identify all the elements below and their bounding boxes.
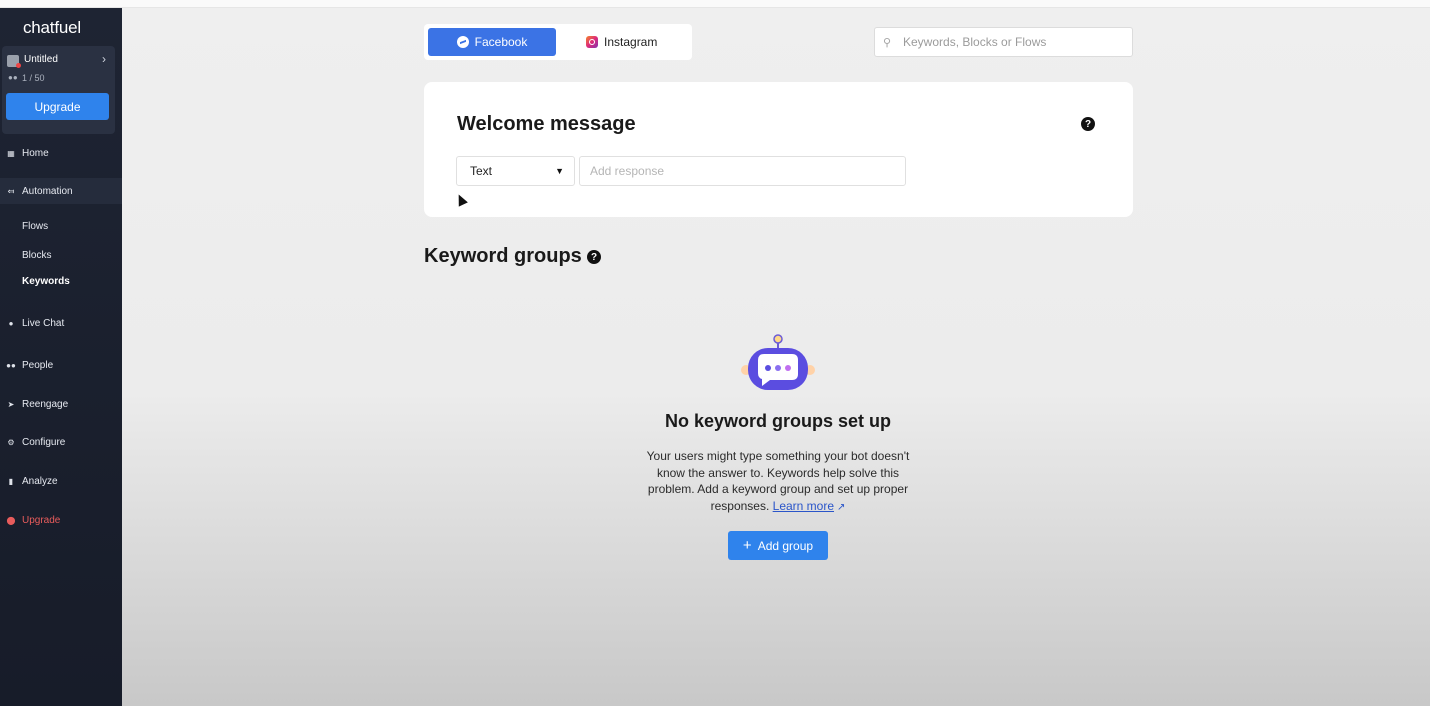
sidebar-item-analyze[interactable]: ▮ Analyze bbox=[0, 468, 122, 494]
gear-icon: ⚙ bbox=[7, 437, 15, 447]
main-content: Facebook Instagram ⚲ Welcome message ? T… bbox=[122, 8, 1430, 706]
empty-state-description: Your users might type something your bot… bbox=[642, 448, 914, 516]
sidebar-item-upgrade[interactable]: ⬤ Upgrade bbox=[0, 507, 122, 533]
status-dot bbox=[16, 63, 21, 68]
brand-logo: chatfuel bbox=[23, 18, 81, 37]
welcome-message-card: Welcome message ? Text ▼ bbox=[424, 82, 1133, 217]
sidebar-item-people[interactable]: ●● People bbox=[0, 352, 122, 378]
sidebar-item-reengage[interactable]: ➤ Reengage bbox=[0, 391, 122, 417]
messenger-icon bbox=[456, 36, 469, 48]
add-group-label: Add group bbox=[757, 538, 814, 553]
robot-icon bbox=[741, 334, 815, 390]
sidebar-item-label: Home bbox=[22, 147, 49, 159]
upgrade-icon: ⬤ bbox=[6, 515, 16, 525]
response-type-value: Text bbox=[470, 164, 493, 178]
plus-icon: + bbox=[742, 537, 752, 554]
platform-tabs: Facebook Instagram bbox=[424, 24, 692, 60]
chevron-right-icon[interactable]: › bbox=[102, 52, 106, 66]
workspace-card[interactable]: Untitled › ●● 1 / 50 Upgrade bbox=[2, 46, 115, 134]
share-icon: ⤆ bbox=[7, 186, 15, 196]
people-icon: ●● bbox=[6, 360, 16, 370]
tab-label: Facebook bbox=[474, 35, 528, 49]
learn-more-link[interactable]: Learn more bbox=[773, 499, 834, 513]
sidebar-item-label: Upgrade bbox=[22, 514, 61, 526]
workspace-avatar bbox=[7, 55, 21, 68]
chat-bubble-icon: ● bbox=[8, 318, 14, 328]
external-link-icon: ↗ bbox=[837, 501, 846, 513]
sidebar: chatfuel Untitled › ●● 1 / 50 Upgrade ▦ … bbox=[0, 8, 122, 706]
sidebar-item-label: Live Chat bbox=[22, 317, 65, 329]
workspace-user-count: 1 / 50 bbox=[22, 73, 45, 83]
top-strip bbox=[0, 0, 1430, 8]
paper-plane-icon: ➤ bbox=[7, 399, 15, 409]
users-icon: ●● bbox=[8, 73, 18, 82]
bar-chart-icon: ▮ bbox=[8, 476, 14, 486]
search-box: ⚲ bbox=[874, 27, 1133, 57]
sidebar-subitem-keywords[interactable]: Keywords bbox=[22, 276, 70, 287]
response-field bbox=[579, 156, 906, 186]
add-group-button[interactable]: + Add group bbox=[728, 531, 828, 560]
help-icon[interactable]: ? bbox=[587, 250, 601, 264]
sidebar-item-home[interactable]: ▦ Home bbox=[0, 140, 122, 166]
search-input[interactable] bbox=[903, 35, 1123, 49]
help-icon[interactable]: ? bbox=[1081, 117, 1095, 131]
sidebar-item-configure[interactable]: ⚙ Configure bbox=[0, 429, 122, 455]
caret-down-icon: ▼ bbox=[555, 166, 564, 176]
workspace-name: Untitled bbox=[24, 54, 58, 65]
tab-instagram[interactable]: Instagram bbox=[586, 28, 676, 56]
response-type-select[interactable]: Text ▼ bbox=[456, 156, 575, 186]
instagram-icon bbox=[586, 36, 598, 48]
sidebar-item-label: Reengage bbox=[22, 398, 69, 410]
keyword-groups-title: Keyword groups bbox=[424, 245, 582, 267]
welcome-message-title: Welcome message bbox=[457, 113, 636, 135]
empty-state-title: No keyword groups set up bbox=[664, 411, 892, 431]
tab-facebook[interactable]: Facebook bbox=[428, 28, 556, 56]
home-icon: ▦ bbox=[7, 148, 15, 158]
add-response-input[interactable] bbox=[590, 164, 890, 178]
sidebar-item-label: Configure bbox=[22, 436, 66, 448]
sidebar-subitem-blocks[interactable]: Blocks bbox=[22, 250, 51, 261]
sidebar-item-live-chat[interactable]: ● Live Chat bbox=[0, 310, 122, 336]
sidebar-subitem-flows[interactable]: Flows bbox=[22, 221, 48, 232]
sidebar-item-automation[interactable]: ⤆ Automation bbox=[0, 178, 122, 204]
sidebar-item-label: People bbox=[22, 359, 54, 371]
tab-label: Instagram bbox=[604, 35, 658, 49]
upgrade-button[interactable]: Upgrade bbox=[6, 93, 109, 120]
sidebar-item-label: Analyze bbox=[22, 475, 58, 487]
sidebar-item-label: Automation bbox=[22, 185, 73, 197]
search-icon: ⚲ bbox=[883, 36, 892, 49]
